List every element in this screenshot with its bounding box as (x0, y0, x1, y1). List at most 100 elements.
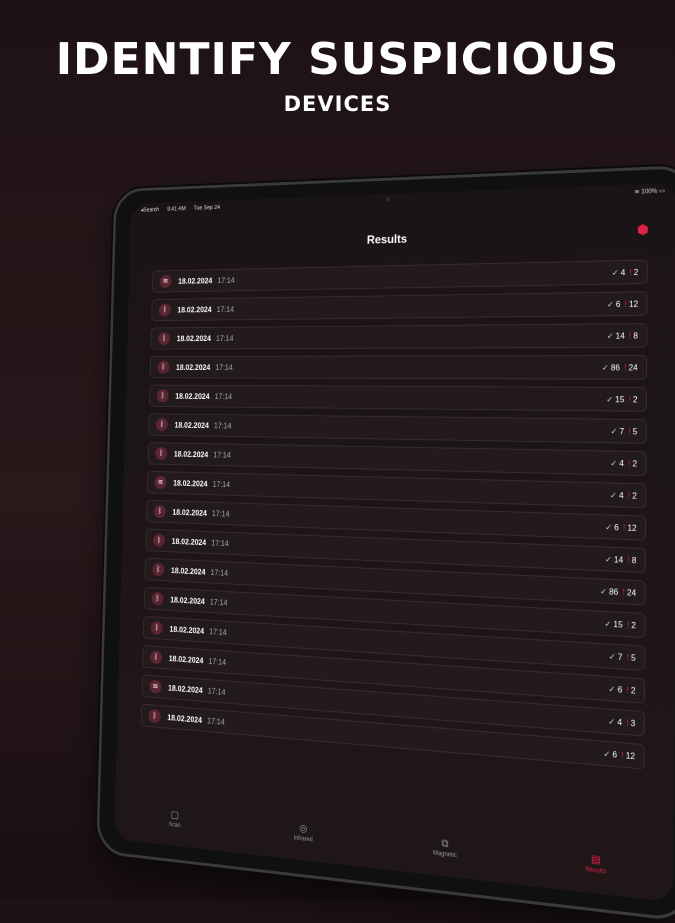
warning-icon: ! (621, 750, 624, 760)
result-time: 17:14 (215, 362, 233, 372)
check-icon: ✓ (604, 554, 612, 564)
check-icon: ✓ (609, 490, 617, 500)
ok-count: 6 (614, 522, 619, 532)
warn-count: 2 (632, 490, 637, 501)
result-time: 17:14 (212, 479, 231, 489)
result-time: 17:14 (207, 686, 226, 697)
status-battery: 100% (641, 188, 658, 196)
warn-count: 24 (628, 362, 638, 372)
result-date: 18.02.2024 (175, 362, 211, 372)
warn-count: 12 (628, 299, 639, 309)
warn-count: 2 (630, 685, 636, 696)
status-date: Tue Sep 24 (193, 205, 221, 212)
warn-count: 12 (627, 522, 637, 533)
bluetooth-icon: ᛒ (156, 389, 169, 403)
screen-title: Results (366, 231, 408, 247)
bluetooth-icon: ᛒ (158, 331, 171, 345)
battery-icon: ▭ (658, 188, 665, 195)
warning-icon: ! (626, 619, 630, 630)
tab-bar: ▢ Scan ◎ Infrared ⧉ Magnetic ▤ Results (114, 793, 674, 893)
result-counts: ✓ 86 ! 24 (602, 363, 638, 372)
ok-count: 7 (619, 426, 625, 436)
bluetooth-icon: ᛒ (150, 620, 163, 635)
tab-magnetic[interactable]: ⧉ Magnetic (433, 837, 457, 859)
shield-icon[interactable]: ⬢ (636, 222, 651, 238)
tab-label: Results (585, 866, 607, 875)
ok-count: 14 (615, 330, 625, 341)
result-row[interactable]: ᛒ 18.02.2024 17:14 ✓ 86 ! 24 (149, 354, 648, 380)
check-icon: ✓ (601, 362, 609, 372)
result-date: 18.02.2024 (176, 333, 211, 343)
result-counts: ✓ 4 ! 2 (610, 458, 637, 468)
result-date: 18.02.2024 (173, 478, 208, 488)
warning-icon: ! (628, 458, 631, 468)
result-time: 17:14 (215, 333, 234, 343)
result-time: 17:14 (213, 450, 231, 460)
result-date: 18.02.2024 (167, 712, 203, 725)
tab-label: Infrared (293, 834, 313, 843)
result-date: 18.02.2024 (168, 653, 204, 665)
status-bar: ◂Search 9:41 AM Tue Sep 24 ≋ 100% ▭ (141, 187, 665, 218)
warning-icon: ! (626, 685, 629, 695)
subheadline: DEVICES (283, 92, 392, 116)
bluetooth-icon: ᛒ (148, 708, 161, 724)
result-time: 17:14 (214, 392, 233, 401)
warning-icon: ! (627, 490, 631, 501)
result-time: 17:14 (210, 567, 229, 578)
check-icon: ✓ (604, 618, 612, 629)
result-counts: ✓ 7 ! 5 (609, 651, 636, 662)
tablet-device: ◂Search 9:41 AM Tue Sep 24 ≋ 100% ▭ Resu… (96, 164, 675, 923)
warn-count: 2 (632, 458, 638, 469)
ok-count: 86 (610, 362, 621, 372)
result-counts: ✓ 15 ! 2 (604, 619, 636, 630)
warning-icon: ! (622, 587, 625, 597)
result-date: 18.02.2024 (173, 449, 209, 459)
result-time: 17:14 (216, 304, 235, 314)
status-back[interactable]: ◂Search (141, 207, 159, 213)
tab-results[interactable]: ▤ Results (585, 853, 606, 875)
warn-count: 12 (625, 750, 636, 761)
result-row[interactable]: ≋ 18.02.2024 17:14 ✓ 4 ! 2 (151, 259, 648, 293)
warn-count: 3 (630, 718, 636, 728)
result-date: 18.02.2024 (172, 507, 207, 518)
result-counts: ✓ 4 ! 2 (612, 267, 639, 277)
result-time: 17:14 (209, 626, 227, 637)
result-counts: ✓ 7 ! 5 (610, 426, 637, 436)
ok-count: 15 (613, 619, 623, 630)
result-row[interactable]: ᛒ 18.02.2024 17:14 ✓ 7 ! 5 (148, 413, 647, 444)
tab-scan[interactable]: ▢ Scan (168, 809, 181, 829)
check-icon: ✓ (603, 748, 611, 759)
status-time: 9:41 AM (167, 206, 186, 213)
result-row[interactable]: ᛒ 18.02.2024 17:14 ✓ 6 ! 12 (151, 291, 648, 322)
bluetooth-icon: ᛒ (153, 504, 166, 519)
bluetooth-icon: ᛒ (149, 650, 163, 665)
wifi-icon: ≋ (159, 274, 172, 288)
result-counts: ✓ 6 ! 12 (603, 749, 635, 761)
check-icon: ✓ (610, 458, 618, 468)
warn-count: 8 (633, 330, 638, 341)
result-counts: ✓ 14 ! 8 (605, 554, 637, 565)
result-row[interactable]: ᛒ 18.02.2024 17:14 ✓ 14 ! 8 (150, 323, 648, 350)
warning-icon: ! (628, 330, 632, 341)
bluetooth-icon: ᛒ (152, 533, 166, 548)
result-time: 17:14 (213, 421, 232, 430)
bluetooth-icon: ᛒ (151, 591, 164, 606)
bluetooth-icon: ᛒ (157, 360, 170, 374)
warn-count: 5 (632, 426, 638, 436)
result-time: 17:14 (211, 538, 229, 548)
check-icon: ✓ (606, 299, 614, 309)
ok-count: 4 (619, 458, 624, 468)
ok-count: 14 (613, 554, 624, 565)
result-row[interactable]: ᛒ 18.02.2024 17:14 ✓ 15 ! 2 (148, 384, 648, 412)
warning-icon: ! (626, 717, 629, 728)
result-row[interactable]: ᛒ 18.02.2024 17:14 ✓ 4 ! 2 (147, 442, 647, 477)
check-icon: ✓ (611, 267, 619, 278)
tab-label: Scan (168, 821, 181, 829)
tab-infrared[interactable]: ◎ Infrared (294, 822, 313, 843)
result-date: 18.02.2024 (174, 420, 209, 430)
ok-count: 6 (615, 299, 621, 309)
warn-count: 2 (632, 394, 638, 404)
warning-icon: ! (624, 362, 627, 372)
result-counts: ✓ 6 ! 12 (605, 522, 637, 532)
bluetooth-icon: ᛒ (152, 562, 165, 577)
